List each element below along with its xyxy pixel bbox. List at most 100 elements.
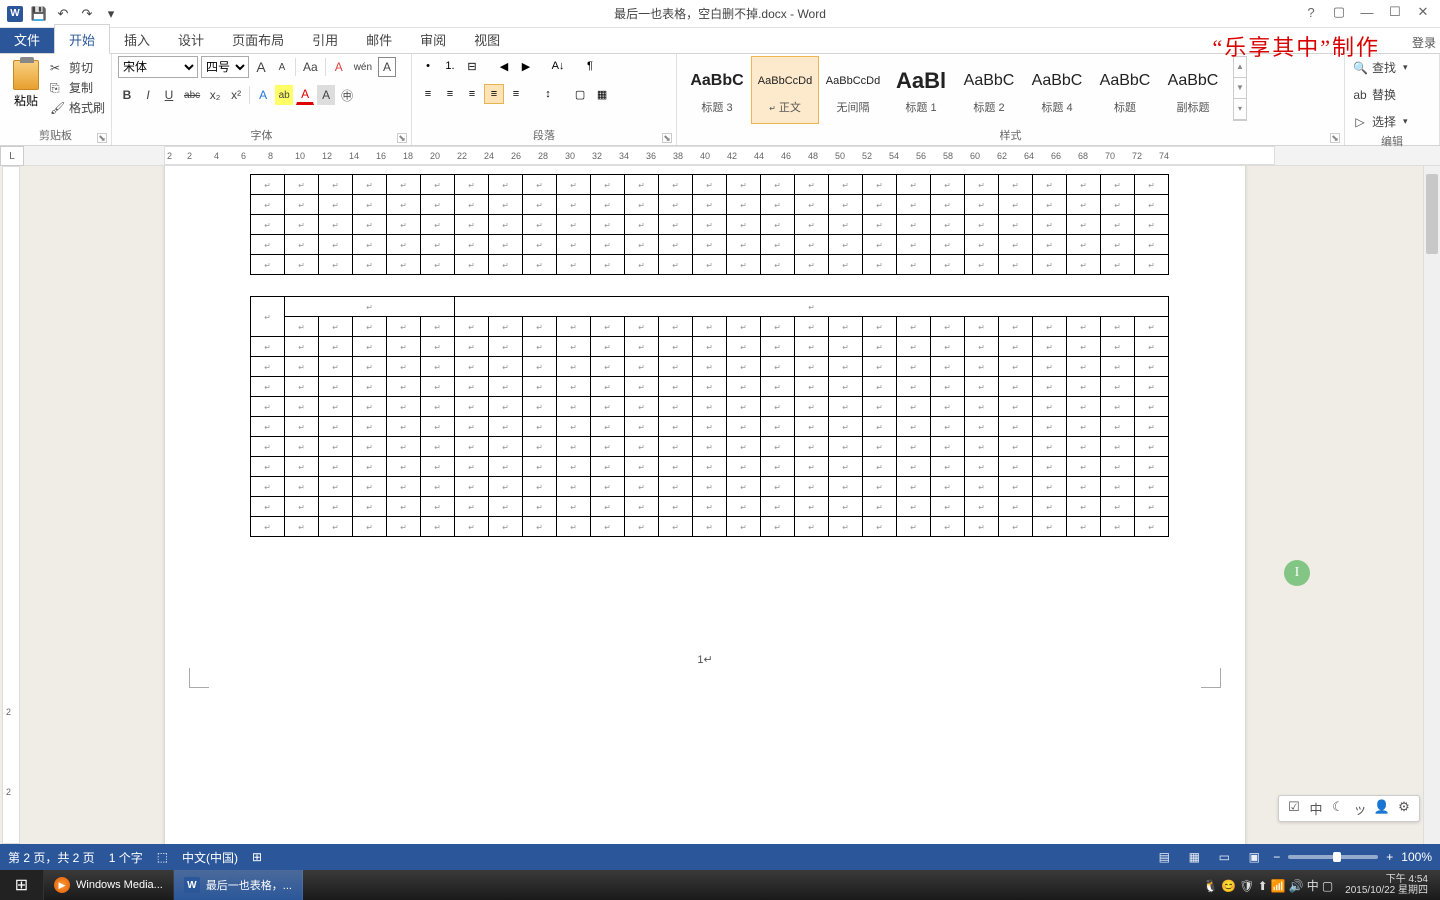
redo-button[interactable]: ↷ [76, 3, 98, 25]
view-print-button[interactable]: ▦ [1183, 848, 1205, 866]
font-size-select[interactable]: 四号 [201, 56, 249, 78]
line-spacing-button[interactable]: ↕ [538, 84, 558, 104]
tab-home[interactable]: 开始 [54, 24, 110, 54]
style-item[interactable]: AaBl标题 1 [887, 56, 955, 124]
change-case-button[interactable]: Aa [300, 57, 321, 77]
scrollbar-thumb[interactable] [1426, 174, 1438, 254]
select-button[interactable]: ▷选择▾ [1351, 110, 1410, 133]
multilevel-button[interactable]: ⊟ [462, 56, 482, 76]
align-center-button[interactable]: ≡ [440, 84, 460, 104]
char-border-button[interactable]: A [378, 57, 396, 77]
zoom-in-button[interactable]: + [1386, 850, 1393, 864]
paragraph-dialog-launcher[interactable]: ⬊ [662, 133, 672, 143]
vertical-scrollbar[interactable] [1423, 166, 1440, 844]
style-item[interactable]: AaBbC副标题 [1159, 56, 1227, 124]
align-distribute-button[interactable]: ≡ [506, 84, 526, 104]
tab-references[interactable]: 引用 [298, 25, 352, 53]
clear-format-button[interactable]: A [330, 57, 348, 77]
clipboard-dialog-launcher[interactable]: ⬊ [97, 133, 107, 143]
copy-button[interactable]: ⎘复制 [50, 79, 105, 96]
status-page[interactable]: 第 2 页，共 2 页 [8, 849, 95, 866]
tab-mailings[interactable]: 邮件 [352, 25, 406, 53]
zoom-level[interactable]: 100% [1401, 850, 1432, 864]
italic-button[interactable]: I [139, 85, 157, 105]
login-link[interactable]: 登录 [1412, 34, 1436, 51]
taskbar-wmp[interactable]: ▶Windows Media... [44, 870, 174, 900]
bold-button[interactable]: B [118, 85, 136, 105]
char-shading-button[interactable]: A [317, 85, 335, 105]
tab-view[interactable]: 视图 [460, 25, 514, 53]
strike-button[interactable]: abc [181, 85, 203, 105]
tab-layout[interactable]: 页面布局 [218, 25, 298, 53]
decrease-indent-button[interactable]: ◀ [494, 56, 514, 76]
start-button[interactable]: ⊞ [0, 870, 44, 900]
style-item[interactable]: AaBbCcDd↵ 正文 [751, 56, 819, 124]
style-item[interactable]: AaBbC标题 2 [955, 56, 1023, 124]
numbering-button[interactable]: 1. [440, 56, 460, 76]
horizontal-ruler[interactable]: 2246810121416182022242628303234363840424… [164, 146, 1275, 165]
view-web-button[interactable]: ▭ [1213, 848, 1235, 866]
tab-design[interactable]: 设计 [164, 25, 218, 53]
styles-gallery[interactable]: AaBbC标题 3AaBbCcDd↵ 正文AaBbCcDd无间隔AaBl标题 1… [683, 56, 1227, 124]
tray-icon[interactable]: 🐧 [1203, 879, 1218, 893]
ime-item[interactable]: ☾ [1329, 799, 1347, 818]
qat-customize[interactable]: ▾ [100, 3, 122, 25]
style-item[interactable]: AaBbC标题 4 [1023, 56, 1091, 124]
close-button[interactable]: ✕ [1412, 2, 1434, 22]
shrink-font-button[interactable]: A [273, 57, 291, 77]
status-language[interactable]: 中文(中国) [182, 849, 238, 866]
view-outline-button[interactable]: ▣ [1243, 848, 1265, 866]
font-color-button[interactable]: A [296, 85, 314, 105]
tray-icon[interactable]: 😊 [1221, 879, 1236, 893]
ime-item[interactable]: ッ [1351, 799, 1369, 818]
paste-button[interactable]: 粘贴 [6, 56, 46, 109]
document-area[interactable]: 2 2 1↵ [0, 166, 1440, 844]
tab-file[interactable]: 文件 [0, 25, 54, 53]
subscript-button[interactable]: x₂ [206, 85, 224, 105]
tab-review[interactable]: 审阅 [406, 25, 460, 53]
clock[interactable]: 下午 4:54 2015/10/22 星期四 [1339, 874, 1434, 896]
status-words[interactable]: 1 个字 [109, 849, 143, 866]
view-read-button[interactable]: ▤ [1153, 848, 1175, 866]
tray-icon[interactable]: ▢ [1322, 879, 1333, 893]
style-item[interactable]: AaBbC标题 3 [683, 56, 751, 124]
font-dialog-launcher[interactable]: ⬊ [397, 133, 407, 143]
tray-icon[interactable]: ⬆ [1258, 879, 1268, 893]
ime-item[interactable]: 👤 [1373, 799, 1391, 818]
styles-dialog-launcher[interactable]: ⬊ [1330, 133, 1340, 143]
zoom-out-button[interactable]: − [1273, 850, 1280, 864]
cut-button[interactable]: ✂剪切 [50, 59, 105, 76]
tray-icon[interactable]: 中 [1307, 879, 1319, 893]
grow-font-button[interactable]: A [252, 57, 270, 77]
zoom-slider[interactable] [1288, 855, 1378, 859]
ribbon-options-button[interactable]: ▢ [1328, 2, 1350, 22]
style-item[interactable]: AaBbC标题 [1091, 56, 1159, 124]
style-item[interactable]: AaBbCcDd无间隔 [819, 56, 887, 124]
show-marks-button[interactable]: ¶ [580, 56, 600, 76]
ime-item[interactable]: 中 [1307, 799, 1325, 818]
align-right-button[interactable]: ≡ [462, 84, 482, 104]
tray-icon[interactable]: 🔊 [1289, 879, 1304, 893]
styles-scroller[interactable]: ▲▼▾ [1233, 56, 1247, 121]
ime-item[interactable]: ⚙ [1395, 799, 1413, 818]
enclose-char-button[interactable]: ㊥ [338, 85, 356, 105]
tray-icon[interactable]: 🛡 [1239, 879, 1254, 893]
font-name-select[interactable]: 宋体 [118, 56, 198, 78]
format-painter-button[interactable]: 🖌格式刷 [50, 99, 105, 116]
align-justify-button[interactable]: ≡ [484, 84, 504, 104]
save-button[interactable]: 💾 [28, 3, 50, 25]
maximize-button[interactable]: ☐ [1384, 2, 1406, 22]
underline-button[interactable]: U [160, 85, 178, 105]
status-insert[interactable]: ⊞ [252, 850, 262, 864]
undo-button[interactable]: ↶ [52, 3, 74, 25]
status-proof-icon[interactable]: ⬚ [157, 850, 168, 864]
tray-icon[interactable]: 📶 [1271, 879, 1286, 893]
text-effects-button[interactable]: A [254, 85, 272, 105]
sort-button[interactable]: A↓ [548, 56, 568, 76]
help-button[interactable]: ? [1300, 2, 1322, 22]
align-left-button[interactable]: ≡ [418, 84, 438, 104]
increase-indent-button[interactable]: ▶ [516, 56, 536, 76]
phonetic-button[interactable]: wén [351, 57, 375, 77]
borders-button[interactable]: ▦ [592, 84, 612, 104]
table-1[interactable] [250, 174, 1169, 275]
